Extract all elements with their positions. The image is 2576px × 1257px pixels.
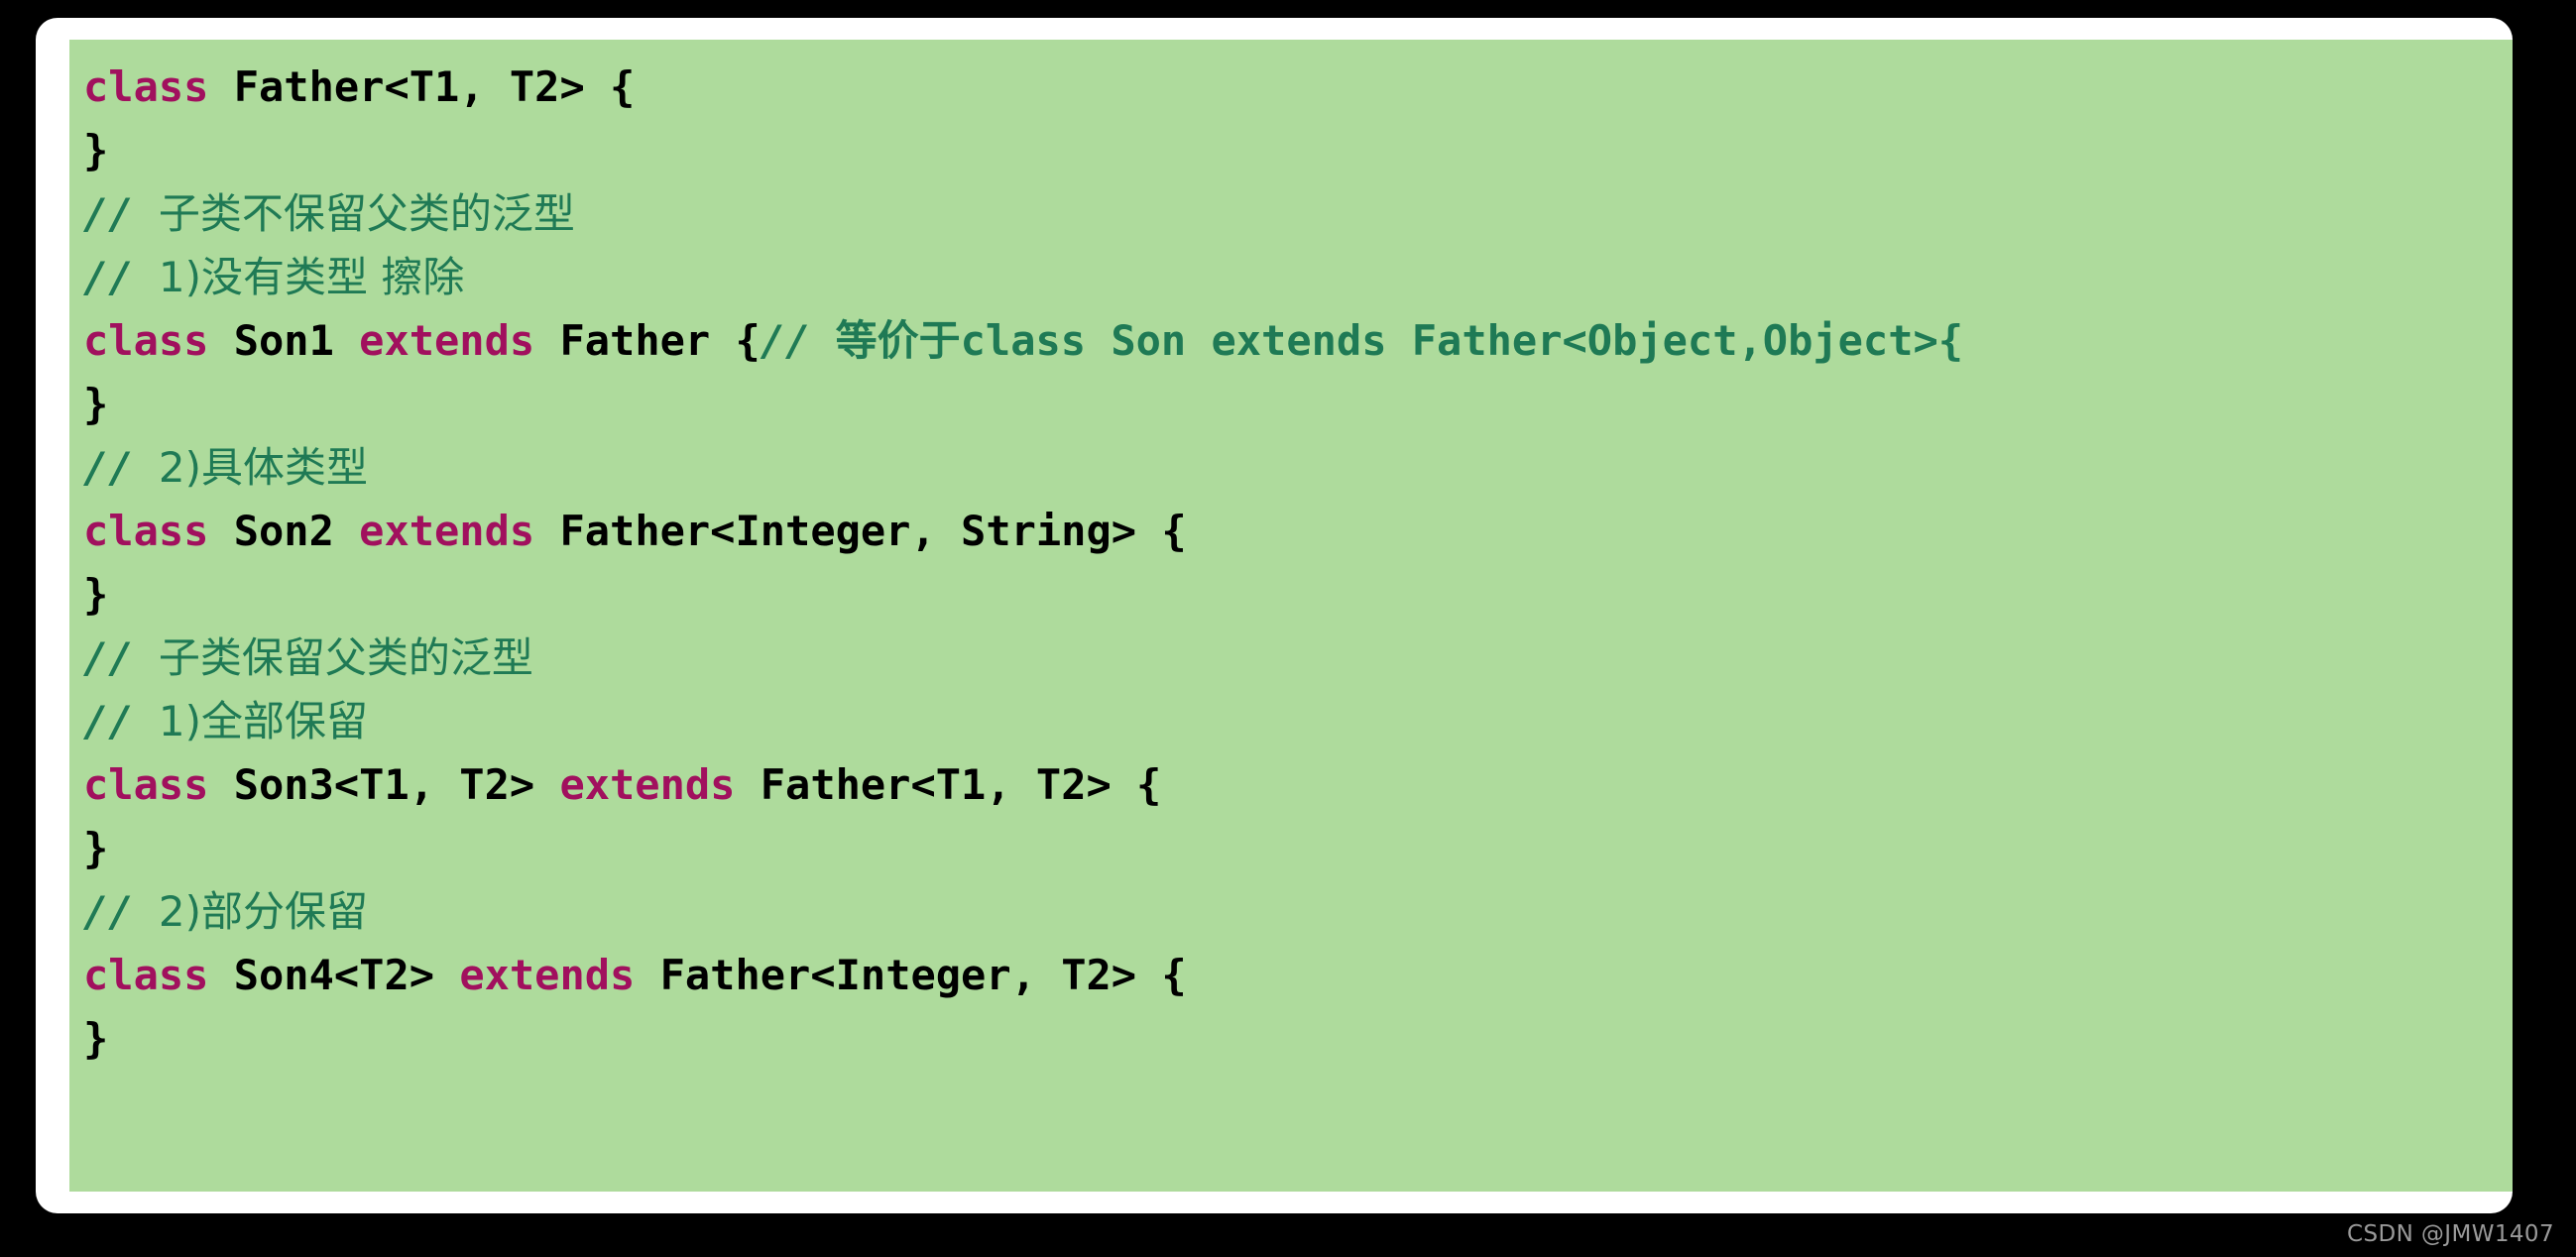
- code-token-comment-cn: 子类不保留父类的泛型: [158, 189, 575, 238]
- code-token-keyword: class: [83, 507, 209, 555]
- code-token-comment: //: [83, 253, 159, 301]
- code-line: }: [69, 1007, 2513, 1071]
- code-token-plain: Father<T1, T2> {: [208, 62, 636, 111]
- code-token-keyword: class: [83, 62, 209, 111]
- code-line: class Father<T1, T2> {: [69, 56, 2513, 119]
- code-token-plain: Father<T1, T2> {: [735, 760, 1162, 809]
- code-surface[interactable]: class Father<T1, T2> {}// 子类不保留父类的泛型// 1…: [69, 40, 2513, 1192]
- code-token-keyword: extends: [559, 760, 736, 809]
- code-token-plain: Son1: [208, 316, 360, 365]
- code-token-comment: //: [760, 316, 836, 365]
- code-token-plain: Son2: [208, 507, 360, 555]
- code-token-comment-code: class Son extends Father<Object,Object>{: [960, 316, 1964, 365]
- code-token-keyword: class: [83, 316, 209, 365]
- code-line: // 2)具体类型: [69, 436, 2513, 500]
- code-line: // 2)部分保留: [69, 880, 2513, 944]
- code-token-comment: //: [83, 887, 159, 936]
- code-token-plain: Son3<T1, T2>: [208, 760, 560, 809]
- code-line: }: [69, 817, 2513, 880]
- code-token-comment: //: [83, 443, 159, 492]
- code-token-plain: Son4<T2>: [208, 951, 460, 999]
- code-token-comment: //: [83, 697, 159, 745]
- code-token-keyword: extends: [359, 316, 535, 365]
- code-line: class Son3<T1, T2> extends Father<T1, T2…: [69, 753, 2513, 817]
- screenshot-root: class Father<T1, T2> {}// 子类不保留父类的泛型// 1…: [0, 0, 2576, 1257]
- code-token-keyword: extends: [459, 951, 636, 999]
- code-token-plain: Father<Integer, String> {: [534, 507, 1187, 555]
- code-token-comment: //: [83, 189, 159, 238]
- code-line: // 1)全部保留: [69, 690, 2513, 753]
- code-token-comment-cn: 1)全部保留: [158, 697, 368, 745]
- code-token-keyword: class: [83, 951, 209, 999]
- code-line: // 1)没有类型 擦除: [69, 246, 2513, 309]
- code-token-comment-cn: 等价于: [835, 316, 961, 365]
- code-token-comment-cn: 2)具体类型: [158, 443, 368, 492]
- code-token-plain: Father<Integer, T2> {: [635, 951, 1187, 999]
- code-line: class Son2 extends Father<Integer, Strin…: [69, 500, 2513, 563]
- code-token-comment-cn: 1)没有类型 擦除: [158, 253, 465, 301]
- code-line: }: [69, 373, 2513, 436]
- code-line: class Son4<T2> extends Father<Integer, T…: [69, 944, 2513, 1007]
- code-line: // 子类保留父类的泛型: [69, 627, 2513, 690]
- code-token-plain: }: [83, 1014, 109, 1063]
- code-block-frame: class Father<T1, T2> {}// 子类不保留父类的泛型// 1…: [36, 18, 2513, 1213]
- code-token-plain: }: [83, 126, 109, 174]
- code-token-comment-cn: 子类保留父类的泛型: [158, 633, 533, 682]
- code-token-comment: //: [83, 633, 159, 682]
- code-token-plain: Father {: [534, 316, 761, 365]
- code-line: }: [69, 119, 2513, 182]
- code-line: }: [69, 563, 2513, 627]
- csdn-watermark: CSDN @JMW1407: [2347, 1221, 2554, 1247]
- code-token-plain: }: [83, 570, 109, 619]
- code-token-comment-cn: 2)部分保留: [158, 887, 368, 936]
- code-line: // 子类不保留父类的泛型: [69, 182, 2513, 246]
- code-token-plain: }: [83, 824, 109, 872]
- code-line: class Son1 extends Father {// 等价于class S…: [69, 309, 2513, 373]
- code-token-keyword: extends: [359, 507, 535, 555]
- code-token-keyword: class: [83, 760, 209, 809]
- code-token-plain: }: [83, 380, 109, 428]
